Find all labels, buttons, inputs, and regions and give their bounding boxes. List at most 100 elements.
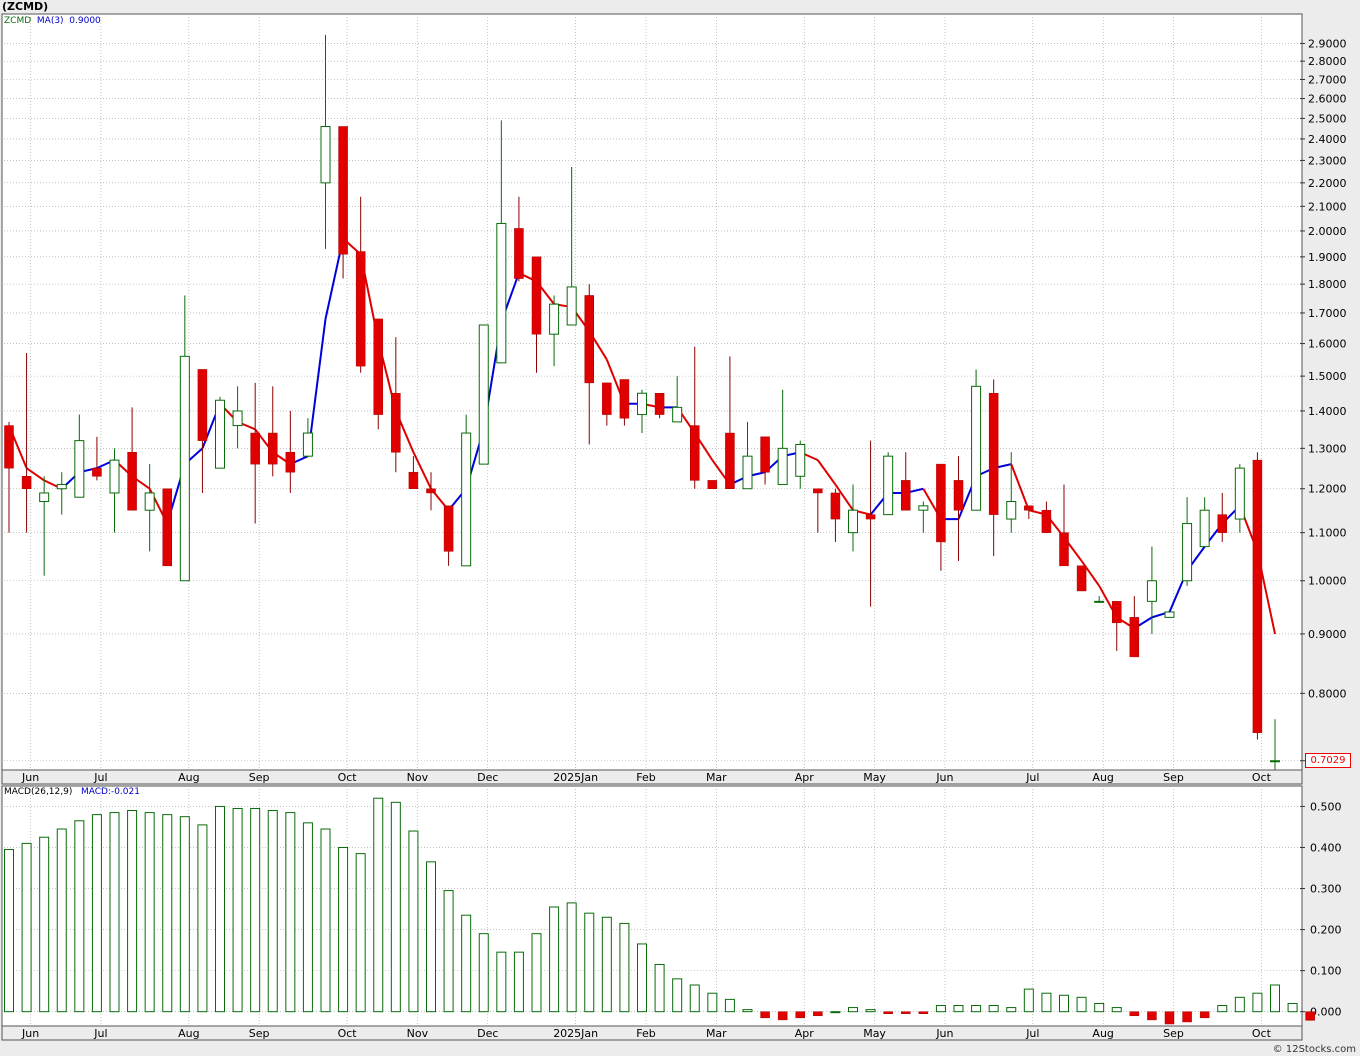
- macd-bar-positive: [689, 984, 700, 1013]
- candle-down: [285, 451, 296, 473]
- macd-bar-positive: [971, 1005, 982, 1013]
- macd-bar-positive: [338, 846, 349, 1013]
- macd-bar-positive: [215, 805, 225, 1013]
- candle-down: [901, 480, 911, 511]
- macd-x-tick-label: Jul: [93, 1027, 107, 1040]
- macd-y-tick-label: 0.100: [1310, 965, 1342, 978]
- price-x-tick-label: Jul: [93, 771, 107, 784]
- candle-down: [936, 463, 946, 543]
- candle-up: [144, 492, 155, 511]
- price-y-tick-label: 2.0000: [1308, 225, 1347, 238]
- macd-x-tick-label: Oct: [338, 1027, 358, 1040]
- candle-down: [725, 432, 735, 489]
- price-x-tick-label: Sep: [1163, 771, 1184, 784]
- candle-down: [1112, 601, 1122, 624]
- macd-bar-positive: [935, 1005, 946, 1013]
- macd-bar-negative: [883, 1011, 893, 1014]
- macd-bar-positive: [56, 828, 67, 1013]
- macd-bar-positive: [390, 801, 401, 1013]
- macd-x-tick-label: Mar: [706, 1027, 727, 1040]
- macd-bar-positive: [355, 853, 366, 1013]
- candle-up: [1164, 611, 1175, 618]
- macd-bar-positive: [74, 820, 85, 1013]
- price-panel: [1, 13, 1303, 771]
- macd-legend: MACD(26,12,9) MACD:-0.021: [4, 787, 140, 797]
- macd-bar-positive: [619, 922, 630, 1013]
- macd-legend-value: MACD:-0.021: [80, 787, 140, 797]
- macd-bar-positive: [742, 1009, 753, 1013]
- candle-up: [1234, 467, 1245, 520]
- macd-bar-negative: [1164, 1011, 1175, 1025]
- candle-up: [549, 303, 560, 335]
- macd-bar-positive: [320, 828, 331, 1013]
- macd-x-tick-label: Aug: [1092, 1027, 1113, 1040]
- macd-bar-negative: [1182, 1011, 1192, 1023]
- macd-bar-positive: [1059, 994, 1069, 1013]
- candle-up: [56, 484, 67, 490]
- candle-down: [830, 492, 841, 520]
- macd-bar-positive: [179, 816, 190, 1013]
- price-y-tick-label: 1.0000: [1308, 575, 1347, 588]
- macd-bar-negative: [1129, 1011, 1140, 1017]
- price-x-tick-label: May: [863, 771, 886, 784]
- price-x-tick-label: 2025Jan: [553, 771, 598, 784]
- price-y-tick-label: 2.7000: [1308, 74, 1347, 87]
- candle-up: [672, 406, 683, 423]
- candle-down: [1059, 532, 1069, 567]
- macd-bar-positive: [373, 797, 384, 1013]
- candle-up: [232, 410, 243, 427]
- macd-bar-positive: [1111, 1007, 1122, 1013]
- price-x-tick-label: Sep: [249, 771, 270, 784]
- macd-x-tick-label: Jul: [1025, 1027, 1039, 1040]
- macd-panel: [1, 785, 1303, 1027]
- candle-up: [742, 455, 753, 490]
- macd-bar-positive: [426, 861, 436, 1013]
- macd-bar-positive: [1076, 996, 1087, 1013]
- candle-up: [795, 443, 806, 477]
- watermark: © 12Stocks.com: [1272, 1044, 1356, 1055]
- macd-x-tick-label: Aug: [178, 1027, 199, 1040]
- macd-x-tick-label: Dec: [477, 1027, 498, 1040]
- candle-up: [109, 459, 120, 494]
- macd-bar-negative: [1305, 1011, 1315, 1021]
- candle-down: [619, 379, 630, 419]
- price-x-tick-label: Jun: [935, 771, 953, 784]
- price-y-tick-label: 2.2000: [1308, 177, 1347, 190]
- candle-down: [426, 488, 436, 494]
- macd-bar-positive: [1234, 996, 1245, 1013]
- macd-bar-positive: [302, 822, 313, 1013]
- macd-bar-positive: [1094, 1002, 1105, 1013]
- price-y-axis: 2.9000 2.8000 2.7000 2.6000 2.5000 2.4000 2.30…: [1300, 37, 1347, 768]
- price-y-tick-label: 1.6000: [1308, 338, 1347, 351]
- macd-bar-positive: [127, 810, 138, 1013]
- candle-down: [268, 432, 278, 465]
- macd-bar-positive: [1217, 1005, 1228, 1013]
- macd-x-tick-label: Jun: [935, 1027, 953, 1040]
- macd-bar-positive: [478, 933, 489, 1013]
- macd-bar-positive: [496, 951, 507, 1013]
- candle-down: [531, 256, 542, 335]
- macd-bar-positive: [707, 992, 718, 1013]
- macd-bar-positive: [1023, 988, 1034, 1013]
- candle-down: [584, 295, 594, 384]
- macd-bar-positive: [1270, 984, 1280, 1013]
- price-y-tick-label: 2.8000: [1308, 55, 1347, 68]
- macd-bar-positive: [566, 902, 577, 1013]
- candle-up: [215, 399, 225, 469]
- candle-down: [1252, 459, 1263, 733]
- candle-up: [74, 440, 85, 498]
- candle-down: [391, 392, 401, 453]
- macd-bar-negative: [1147, 1011, 1157, 1021]
- macd-bar-positive: [1252, 992, 1263, 1013]
- price-y-tick-label: 0.9000: [1308, 628, 1347, 641]
- candle-down: [92, 467, 102, 477]
- price-x-tick-label: Aug: [1092, 771, 1113, 784]
- last-price-label: 0.7029: [1305, 753, 1351, 768]
- macd-x-tick-label: Sep: [1163, 1027, 1184, 1040]
- candle-down: [4, 425, 14, 469]
- candle-up: [971, 385, 982, 511]
- macd-bar-positive: [21, 842, 32, 1013]
- macd-bar-positive: [848, 1007, 858, 1013]
- macd-x-tick-label: 2025Jan: [553, 1027, 598, 1040]
- macd-bar-positive: [672, 978, 683, 1013]
